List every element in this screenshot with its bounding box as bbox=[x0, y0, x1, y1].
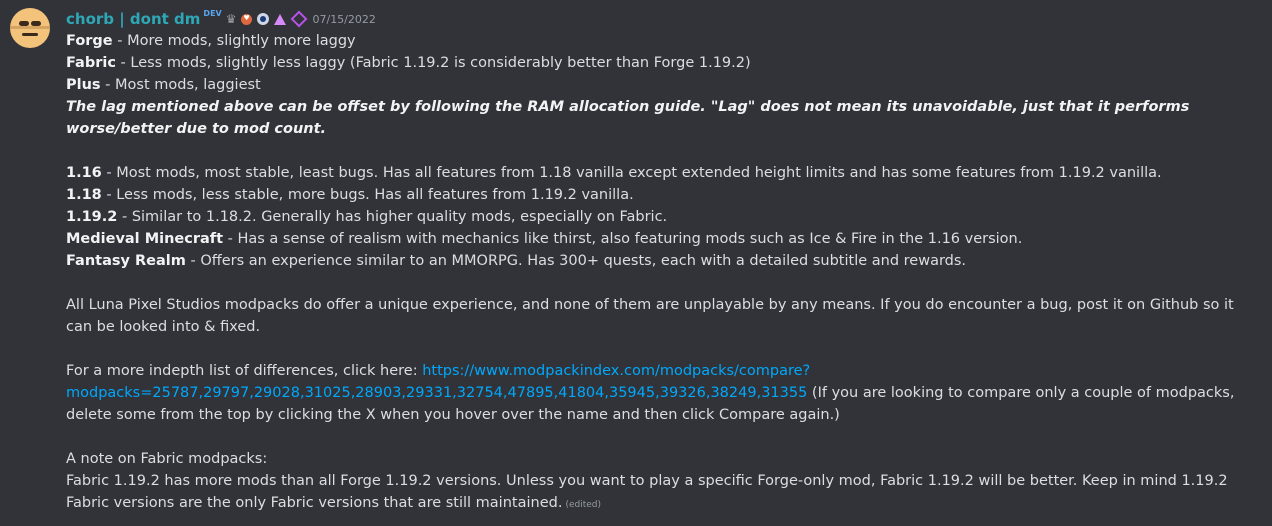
edited-tag: (edited) bbox=[565, 500, 601, 510]
fabric-note-title: A note on Fabric modpacks: bbox=[66, 451, 268, 467]
v116-text: - Most mods, most stable, least bugs. Ha… bbox=[101, 165, 1162, 181]
plus-text: - Most mods, laggiest bbox=[100, 77, 261, 93]
forge-label: Forge bbox=[66, 33, 113, 49]
heart-icon[interactable] bbox=[241, 13, 253, 25]
v116-label: 1.16 bbox=[66, 165, 102, 181]
plus-line: Plus - Most mods, laggiest bbox=[66, 74, 1246, 96]
eye-icon[interactable] bbox=[257, 13, 270, 25]
fantasy-line: Fantasy Realm - Offers an experience sim… bbox=[66, 250, 1246, 272]
fantasy-text: - Offers an experience similar to an MMO… bbox=[185, 253, 967, 269]
indepth-prefix: For a more indepth list of differences, … bbox=[66, 363, 423, 379]
triangle-icon[interactable] bbox=[274, 13, 287, 25]
v118-line: 1.18 - Less mods, less stable, more bugs… bbox=[66, 184, 1246, 206]
forge-line: Forge - More mods, slightly more laggy bbox=[66, 30, 1246, 52]
v1192-label: 1.19.2 bbox=[66, 209, 118, 225]
lag-note: The lag mentioned above can be offset by… bbox=[66, 99, 1190, 137]
v118-label: 1.18 bbox=[66, 187, 102, 203]
avatar-mouth bbox=[22, 33, 38, 36]
fabric-note-text: Fabric 1.19.2 has more mods than all For… bbox=[66, 473, 1228, 511]
v1192-text: - Similar to 1.18.2. Generally has highe… bbox=[117, 209, 668, 225]
avatar-eye-right bbox=[31, 21, 41, 26]
medieval-line: Medieval Minecraft - Has a sense of real… bbox=[66, 228, 1246, 250]
medieval-text: - Has a sense of realism with mechanics … bbox=[223, 231, 1023, 247]
luna-paragraph: All Luna Pixel Studios modpacks do offer… bbox=[66, 297, 1234, 335]
forge-text: - More mods, slightly more laggy bbox=[112, 33, 356, 49]
fabric-note-paragraph: Fabric 1.19.2 has more mods than all For… bbox=[66, 470, 1246, 516]
message-content: chorb | dont dm DEV ♛ 07/15/2022 Forge -… bbox=[66, 8, 1246, 516]
avatar-band bbox=[10, 26, 50, 29]
timestamp[interactable]: 07/15/2022 bbox=[312, 13, 375, 26]
plus-label: Plus bbox=[66, 77, 101, 93]
fabric-label: Fabric bbox=[66, 55, 116, 71]
message-header: chorb | dont dm DEV ♛ 07/15/2022 bbox=[66, 8, 1246, 30]
v116-line: 1.16 - Most mods, most stable, least bug… bbox=[66, 162, 1246, 184]
dev-tag: DEV bbox=[203, 8, 222, 18]
fabric-line: Fabric - Less mods, slightly less laggy … bbox=[66, 52, 1246, 74]
v1192-line: 1.19.2 - Similar to 1.18.2. Generally ha… bbox=[66, 206, 1246, 228]
v118-text: - Less mods, less stable, more bugs. Has… bbox=[101, 187, 634, 203]
avatar[interactable] bbox=[10, 8, 50, 48]
crown-icon[interactable]: ♛ bbox=[226, 12, 237, 26]
avatar-eye-left bbox=[19, 21, 29, 26]
username[interactable]: chorb | dont dm bbox=[66, 10, 200, 28]
gem-icon[interactable] bbox=[290, 10, 308, 28]
chat-message: chorb | dont dm DEV ♛ 07/15/2022 Forge -… bbox=[0, 0, 1272, 526]
medieval-label: Medieval Minecraft bbox=[66, 231, 224, 247]
indepth-paragraph: For a more indepth list of differences, … bbox=[66, 360, 1246, 426]
fantasy-label: Fantasy Realm bbox=[66, 253, 186, 269]
fabric-text: - Less mods, slightly less laggy (Fabric… bbox=[115, 55, 751, 71]
